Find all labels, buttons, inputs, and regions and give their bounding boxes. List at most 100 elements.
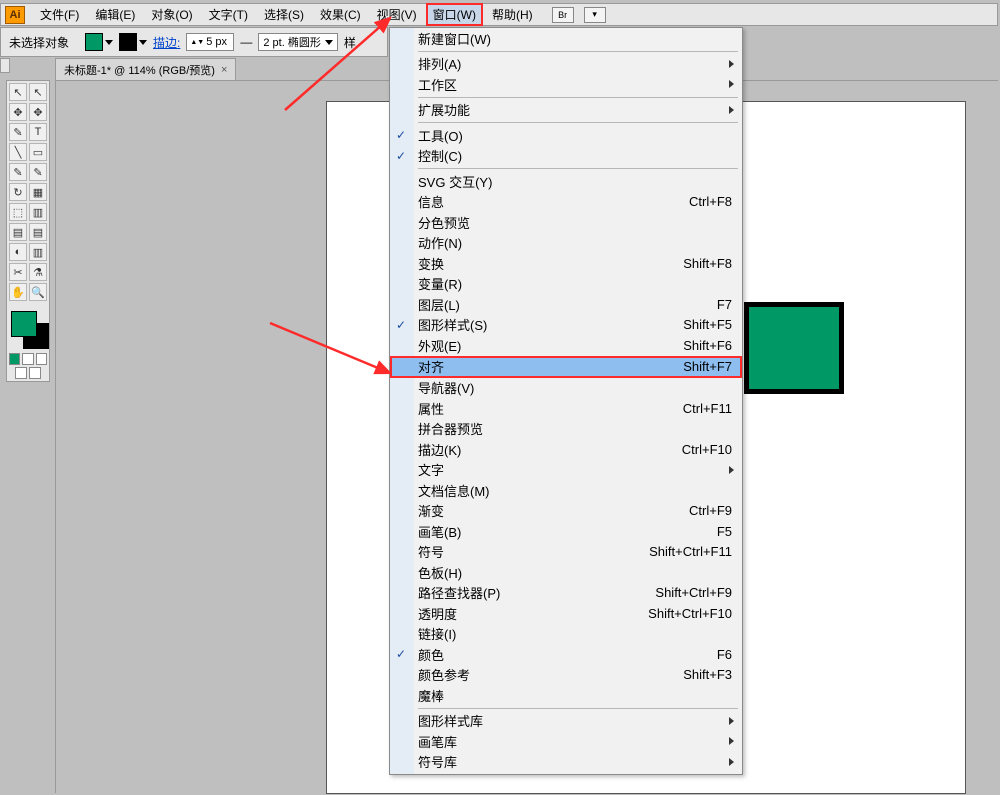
tool-1[interactable]: ↖ — [29, 83, 47, 101]
menu-type[interactable]: 文字(T) — [202, 3, 255, 26]
menu-item-label: 透明度 — [418, 604, 457, 623]
menu-item-导航器(V)[interactable]: 导航器(V) — [390, 378, 742, 399]
style-label: 样 — [344, 34, 356, 51]
menu-item-链接(I)[interactable]: 链接(I) — [390, 624, 742, 645]
fill-stroke-chips[interactable] — [9, 311, 47, 351]
menu-item-分色预览[interactable]: 分色预览 — [390, 212, 742, 233]
tool-11[interactable]: ▦ — [29, 183, 47, 201]
menu-window[interactable]: 窗口(W) — [426, 3, 483, 26]
menu-item-图形样式库[interactable]: 图形样式库 — [390, 711, 742, 732]
tool-16[interactable]: ◐ — [9, 243, 27, 261]
tool-9[interactable]: ✎ — [29, 163, 47, 181]
tool-14[interactable]: ▤ — [9, 223, 27, 241]
tool-20[interactable]: ✋ — [9, 283, 27, 301]
tool-3[interactable]: ✥ — [29, 103, 47, 121]
menu-help[interactable]: 帮助(H) — [485, 3, 540, 26]
chevron-down-icon[interactable] — [139, 40, 147, 45]
menu-item-SVG 交互(Y)[interactable]: SVG 交互(Y) — [390, 171, 742, 192]
menu-item-符号库[interactable]: 符号库 — [390, 752, 742, 773]
tool-10[interactable]: ↻ — [9, 183, 27, 201]
menu-item-控制(C)[interactable]: ✓控制(C) — [390, 146, 742, 167]
fill-chip[interactable] — [11, 311, 37, 337]
menu-item-颜色[interactable]: ✓颜色F6 — [390, 644, 742, 665]
color-mode-fill[interactable] — [9, 353, 20, 365]
tool-12[interactable]: ⬚ — [9, 203, 27, 221]
menu-item-信息[interactable]: 信息Ctrl+F8 — [390, 192, 742, 213]
main-menubar: Ai 文件(F) 编辑(E) 对象(O) 文字(T) 选择(S) 效果(C) 视… — [0, 3, 998, 26]
screen-mode-full[interactable] — [29, 367, 41, 379]
menu-item-变换[interactable]: 变换Shift+F8 — [390, 253, 742, 274]
menu-separator — [418, 122, 738, 123]
menu-item-属性[interactable]: 属性Ctrl+F11 — [390, 398, 742, 419]
menu-item-渐变[interactable]: 渐变Ctrl+F9 — [390, 501, 742, 522]
menu-item-shortcut: Ctrl+F9 — [689, 503, 732, 518]
fill-swatch[interactable] — [85, 33, 103, 51]
tool-4[interactable]: ✎ — [9, 123, 27, 141]
workspace-switcher[interactable]: ▾ — [584, 7, 606, 23]
menu-edit[interactable]: 编辑(E) — [88, 3, 142, 26]
submenu-arrow-icon — [729, 466, 734, 474]
menu-item-透明度[interactable]: 透明度Shift+Ctrl+F10 — [390, 603, 742, 624]
bridge-button[interactable]: Br — [552, 7, 574, 23]
document-tab[interactable]: 未标题-1* @ 114% (RGB/预览) × — [55, 58, 236, 82]
tool-15[interactable]: ▤ — [29, 223, 47, 241]
menu-item-新建窗口(W)[interactable]: 新建窗口(W) — [390, 28, 742, 49]
menu-item-拼合器预览[interactable]: 拼合器预览 — [390, 419, 742, 440]
menu-item-画笔(B)[interactable]: 画笔(B)F5 — [390, 521, 742, 542]
shape-rectangle[interactable] — [744, 302, 844, 394]
menu-item-扩展功能[interactable]: 扩展功能 — [390, 100, 742, 121]
menu-item-路径查找器(P)[interactable]: 路径查找器(P)Shift+Ctrl+F9 — [390, 583, 742, 604]
check-icon: ✓ — [396, 149, 406, 163]
color-mode-none[interactable] — [36, 353, 47, 365]
tool-19[interactable]: ⚗ — [29, 263, 47, 281]
menu-item-色板(H)[interactable]: 色板(H) — [390, 562, 742, 583]
stroke-width-input[interactable]: ▲▼ 5 px — [186, 33, 234, 51]
menu-item-描边(K)[interactable]: 描边(K)Ctrl+F10 — [390, 439, 742, 460]
chevron-down-icon: ▾ — [592, 9, 597, 20]
menu-item-变量(R)[interactable]: 变量(R) — [390, 274, 742, 295]
color-mode-gradient[interactable] — [22, 353, 33, 365]
menu-item-文字[interactable]: 文字 — [390, 460, 742, 481]
menu-separator — [418, 708, 738, 709]
menu-item-画笔库[interactable]: 画笔库 — [390, 731, 742, 752]
tool-17[interactable]: ▥ — [29, 243, 47, 261]
menu-item-颜色参考[interactable]: 颜色参考Shift+F3 — [390, 665, 742, 686]
menu-item-符号[interactable]: 符号Shift+Ctrl+F11 — [390, 542, 742, 563]
menu-item-shortcut: Shift+F3 — [683, 667, 732, 682]
tool-21[interactable]: 🔍 — [29, 283, 47, 301]
menu-item-动作(N)[interactable]: 动作(N) — [390, 233, 742, 254]
tool-13[interactable]: ▥ — [29, 203, 47, 221]
tool-2[interactable]: ✥ — [9, 103, 27, 121]
tool-7[interactable]: ▭ — [29, 143, 47, 161]
stroke-link[interactable]: 描边: — [153, 34, 180, 51]
menu-item-排列(A)[interactable]: 排列(A) — [390, 54, 742, 75]
menu-object[interactable]: 对象(O) — [144, 3, 199, 26]
menu-effect[interactable]: 效果(C) — [313, 3, 368, 26]
menu-file[interactable]: 文件(F) — [33, 3, 86, 26]
menu-item-工作区[interactable]: 工作区 — [390, 74, 742, 95]
close-icon[interactable]: × — [221, 64, 227, 76]
tool-0[interactable]: ↖ — [9, 83, 27, 101]
chevron-down-icon[interactable] — [105, 40, 113, 45]
tool-8[interactable]: ✎ — [9, 163, 27, 181]
menu-view[interactable]: 视图(V) — [370, 3, 424, 26]
stroke-width-value: 5 px — [206, 36, 227, 48]
control-bar: 未选择对象 描边: ▲▼ 5 px — 2 pt. 椭圆形 样 — [0, 27, 388, 57]
menu-item-文档信息(M)[interactable]: 文档信息(M) — [390, 480, 742, 501]
tool-18[interactable]: ✂ — [9, 263, 27, 281]
menu-item-外观(E)[interactable]: 外观(E)Shift+F6 — [390, 335, 742, 356]
tool-5[interactable]: T — [29, 123, 47, 141]
menu-item-对齐[interactable]: 对齐Shift+F7 — [390, 356, 742, 378]
brush-select[interactable]: 2 pt. 椭圆形 — [258, 33, 337, 51]
panel-strip[interactable] — [0, 58, 10, 73]
menu-select[interactable]: 选择(S) — [257, 3, 311, 26]
screen-mode-normal[interactable] — [15, 367, 27, 379]
menu-item-图层(L)[interactable]: 图层(L)F7 — [390, 294, 742, 315]
menu-item-工具(O)[interactable]: ✓工具(O) — [390, 125, 742, 146]
menu-item-label: 符号库 — [418, 752, 457, 771]
menu-item-label: 图形样式库 — [418, 711, 483, 730]
tool-6[interactable]: ╲ — [9, 143, 27, 161]
menu-item-魔棒[interactable]: 魔棒 — [390, 685, 742, 706]
menu-item-图形样式(S)[interactable]: ✓图形样式(S)Shift+F5 — [390, 315, 742, 336]
stroke-swatch[interactable] — [119, 33, 137, 51]
